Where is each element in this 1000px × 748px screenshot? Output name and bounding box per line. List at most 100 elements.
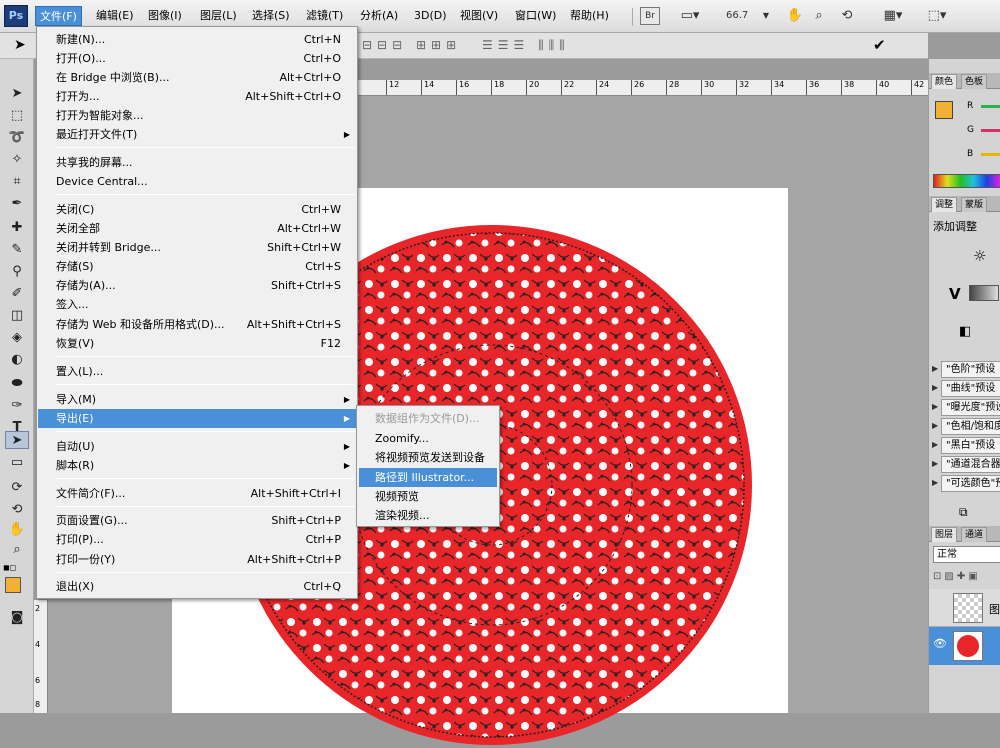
menu-item-device-central[interactable]: Device Central...: [38, 172, 356, 191]
hand-tool-icon[interactable]: ✋: [5, 521, 29, 539]
menu-image[interactable]: 图像(I): [144, 6, 186, 26]
menu-item-share-screen[interactable]: 共享我的屏幕...: [38, 153, 356, 172]
menu-3d[interactable]: 3D(D): [410, 6, 451, 26]
menu-item-print[interactable]: 打印(P)... Ctrl+P: [38, 530, 356, 549]
arrange-documents-icon[interactable]: ▦▾: [878, 7, 908, 25]
preset-curves[interactable]: "曲线"预设: [941, 380, 1000, 397]
preset-hue-saturation[interactable]: "色相/饱和度"预设: [941, 418, 1000, 435]
rotate-view-icon[interactable]: ⟲: [838, 7, 856, 25]
menu-item-exit[interactable]: 退出(X) Ctrl+Q: [38, 577, 356, 596]
pen-tool-icon[interactable]: ✑: [5, 397, 29, 415]
preset-levels[interactable]: "色阶"预设: [941, 361, 1000, 378]
expand-arrow-icon[interactable]: ▶: [932, 364, 938, 373]
foreground-color-swatch[interactable]: [5, 577, 21, 593]
eraser-icon[interactable]: ◫: [5, 307, 29, 325]
paint-bucket-icon[interactable]: ◈: [5, 329, 29, 347]
menu-item-place[interactable]: 置入(L)...: [38, 362, 356, 381]
menu-item-close[interactable]: 关闭(C) Ctrl+W: [38, 200, 356, 219]
vibrance-icon[interactable]: V: [949, 285, 961, 303]
menu-item-close-all[interactable]: 关闭全部 Alt+Ctrl+W: [38, 219, 356, 238]
menu-file[interactable]: 文件(F): [35, 6, 82, 26]
healing-brush-icon[interactable]: ✚: [5, 219, 29, 237]
submenu-item-send-video-preview[interactable]: 将视频预览发送到设备: [359, 448, 497, 467]
menu-edit[interactable]: 编辑(E): [92, 6, 138, 26]
menu-item-open-smart-object[interactable]: 打开为智能对象...: [38, 106, 356, 125]
lock-icons[interactable]: ⊡▨✚▣: [933, 571, 981, 582]
3d-rotate-icon[interactable]: ⟳: [5, 479, 29, 497]
clone-stamp-icon[interactable]: ⚲: [5, 263, 29, 281]
menu-window[interactable]: 窗口(W): [511, 6, 560, 26]
eye-icon[interactable]: 👁: [933, 637, 947, 650]
menu-filter[interactable]: 滤镜(T): [302, 6, 347, 26]
distribute-buttons-icon[interactable]: ☰☰☰ ⫼⫼⫼: [482, 38, 570, 53]
bridge-button[interactable]: Br: [640, 7, 660, 25]
expand-arrow-icon[interactable]: ▶: [932, 459, 938, 468]
align-buttons-icon[interactable]: ⊟⊟⊟ ⊞⊞⊞: [362, 38, 461, 52]
menu-view[interactable]: 视图(V): [456, 6, 502, 26]
menu-item-save[interactable]: 存储(S) Ctrl+S: [38, 257, 356, 276]
commit-check-icon[interactable]: ✔: [873, 36, 886, 54]
expand-arrow-icon[interactable]: ▶: [932, 421, 938, 430]
menu-item-open[interactable]: 打开(O)... Ctrl+O: [38, 49, 356, 68]
menu-item-print-one[interactable]: 打印一份(Y) Alt+Shift+Ctrl+P: [38, 550, 356, 569]
menu-help[interactable]: 帮助(H): [566, 6, 613, 26]
foreground-color-swatch[interactable]: [935, 101, 953, 119]
b-slider[interactable]: [981, 153, 1000, 156]
menu-item-check-in[interactable]: 签入...: [38, 295, 356, 314]
menu-item-recent-files[interactable]: 最近打开文件(T) ▶: [38, 125, 356, 144]
move-tool-icon[interactable]: ➤: [14, 37, 26, 53]
zoom-tool-icon[interactable]: ⌕: [5, 541, 29, 559]
menu-item-save-as[interactable]: 存储为(A)... Shift+Ctrl+S: [38, 276, 356, 295]
submenu-item-zoomify[interactable]: Zoomify...: [359, 429, 497, 448]
hand-tool-icon[interactable]: ✋: [786, 7, 804, 25]
menu-item-open-as[interactable]: 打开为... Alt+Shift+Ctrl+O: [38, 87, 356, 106]
menu-item-browse-bridge[interactable]: 在 Bridge 中浏览(B)... Alt+Ctrl+O: [38, 68, 356, 87]
tab-adjustments[interactable]: 调整: [931, 197, 958, 212]
dodge-tool-icon[interactable]: ◐: [5, 351, 29, 369]
menu-item-scripts[interactable]: 脚本(R) ▶: [38, 456, 356, 475]
marquee-tool-icon[interactable]: ⬚: [5, 107, 29, 125]
expand-arrow-icon[interactable]: ▶: [932, 383, 938, 392]
menu-item-new[interactable]: 新建(N)... Ctrl+N: [38, 30, 356, 49]
expand-arrow-icon[interactable]: ▶: [932, 478, 938, 487]
menu-item-close-go-bridge[interactable]: 关闭并转到 Bridge... Shift+Ctrl+W: [38, 238, 356, 257]
eyedropper-icon[interactable]: ✒: [5, 195, 29, 213]
3d-orbit-icon[interactable]: ⟲: [5, 501, 29, 519]
preset-black-white[interactable]: "黑白"预设: [941, 437, 1000, 454]
blur-tool-icon[interactable]: ⬬: [5, 375, 29, 393]
screen-mode-icon[interactable]: ⬚▾: [922, 7, 952, 25]
menu-item-export[interactable]: 导出(E) ▶: [38, 409, 356, 428]
lasso-tool-icon[interactable]: ➰: [5, 129, 29, 147]
submenu-item-paths-to-illustrator[interactable]: 路径到 Illustrator...: [359, 468, 497, 487]
tab-layers[interactable]: 图层: [931, 527, 958, 542]
color-spectrum[interactable]: [933, 174, 1000, 188]
menu-layer[interactable]: 图层(L): [196, 6, 241, 26]
quick-mask-icon[interactable]: ◙: [5, 609, 29, 627]
menu-item-page-setup[interactable]: 页面设置(G)... Shift+Ctrl+P: [38, 511, 356, 530]
r-slider[interactable]: [981, 105, 1000, 108]
zoom-dropdown-icon[interactable]: ▼: [760, 7, 772, 25]
menu-select[interactable]: 选择(S): [248, 6, 294, 26]
brush-tool-icon[interactable]: ✎: [5, 241, 29, 259]
submenu-item-render-video[interactable]: 渲染视频...: [359, 506, 497, 525]
black-white-icon[interactable]: [969, 285, 999, 301]
magic-wand-icon[interactable]: ✧: [5, 151, 29, 169]
menu-item-automate[interactable]: 自动(U) ▶: [38, 437, 356, 456]
preset-exposure[interactable]: "曝光度"预设: [941, 399, 1000, 416]
expand-arrow-icon[interactable]: ▶: [932, 440, 938, 449]
menu-analysis[interactable]: 分析(A): [356, 6, 402, 26]
view-extras-icon[interactable]: ▭▾: [675, 7, 705, 25]
menu-item-file-info[interactable]: 文件简介(F)... Alt+Shift+Ctrl+I: [38, 484, 356, 503]
menu-item-save-for-web[interactable]: 存储为 Web 和设备所用格式(D)... Alt+Shift+Ctrl+S: [38, 315, 356, 334]
expand-arrow-icon[interactable]: ▶: [932, 402, 938, 411]
crop-tool-icon[interactable]: ⌗: [5, 173, 29, 191]
preset-channel-mixer[interactable]: "通道混合器"预设: [941, 456, 1000, 473]
tab-swatches[interactable]: 色板: [961, 74, 988, 89]
menu-item-import[interactable]: 导入(M) ▶: [38, 390, 356, 409]
channel-mixer-icon[interactable]: ◧: [959, 324, 971, 339]
zoom-tool-icon[interactable]: ⌕: [810, 7, 828, 25]
brightness-icon[interactable]: ☼: [973, 247, 986, 265]
tab-masks[interactable]: 蒙版: [961, 197, 988, 212]
tab-channels[interactable]: 通道: [961, 527, 988, 542]
submenu-item-video-preview[interactable]: 视频预览: [359, 487, 497, 506]
